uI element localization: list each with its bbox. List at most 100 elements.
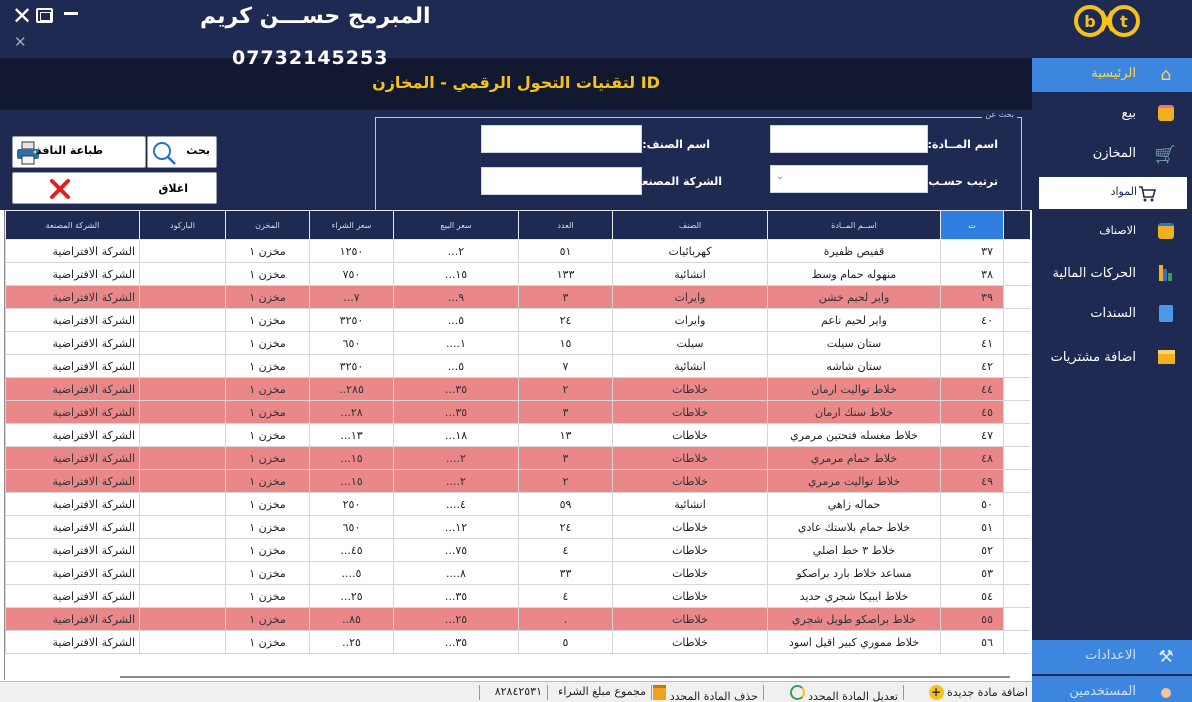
store-name: مخزن ١	[225, 538, 310, 562]
row-selector[interactable]	[1003, 630, 1030, 654]
manufacturer: الشركة الافتراضية	[5, 469, 140, 493]
row-selector[interactable]	[1003, 308, 1030, 332]
sidebar-item-finance[interactable]: الحركات المالية	[1032, 258, 1192, 292]
column-header-name[interactable]: اســم المــادة	[767, 210, 941, 240]
maximize-window-icon[interactable]	[36, 8, 53, 23]
table-row[interactable]: ٣٨ منهوله حمام وسط انشائية ١٣٣ ١٥... ٧٥٠ مخزن …	[5, 262, 1030, 286]
row-selector[interactable]	[1003, 285, 1030, 309]
table-row[interactable]: ٤٥ خلاط سنك ارمان خلاطات ٣ ٣٥... ٢٨... مخزن ١ ا…	[5, 400, 1030, 424]
row-selector[interactable]	[1003, 331, 1030, 355]
column-header-type[interactable]: الصنف	[612, 210, 768, 240]
item-name: خلاط مغسله فتحتين مرمري	[767, 423, 941, 447]
store-name: مخزن ١	[225, 515, 310, 539]
item-type: انشائية	[612, 262, 768, 286]
column-header-store[interactable]: المخزن	[225, 210, 310, 240]
buy-price: ٨٥..	[309, 607, 394, 631]
sidebar-item-users[interactable]: المستخدمين	[1032, 676, 1192, 702]
barcode	[139, 377, 226, 401]
item-name: خلاط حمام مرمري	[767, 446, 941, 470]
table-row[interactable]: ٥٣ مساعد خلاط بارد براصكو خلاطات ٣٣ ٨.... ٥..…	[5, 561, 1030, 585]
column-header-barcode[interactable]: الباركود	[139, 210, 226, 240]
table-row[interactable]: ٥٥ خلاط براصكو طويل شجري خلاطات. ٢٥... ٨٥.. م…	[5, 607, 1030, 631]
table-row[interactable]: ٣٧ قفيص ظفيرة كهربائيات ٥١ ٢... ١٢٥٠ مخزن ١ الش…	[5, 239, 1030, 263]
sidebar-item-categories[interactable]: الاصناف	[1032, 216, 1192, 250]
sort-by-label: ترتيب حسـب:	[924, 175, 998, 188]
row-selector[interactable]	[1003, 515, 1030, 539]
manufacturer: الشركة الافتراضية	[5, 584, 140, 608]
table-row[interactable]: ٥٠ حماله زاهي انشائية ٥٩ ٤.... ٢٥٠ مخزن ١ الشرك…	[5, 492, 1030, 516]
item-quantity: ٢٤	[518, 308, 613, 332]
row-selector[interactable]	[1003, 400, 1030, 424]
sidebar-item-add-purchases[interactable]: اضافة مشتريات	[1032, 342, 1192, 376]
item-name: ستان سيلت	[767, 331, 941, 355]
add-item-link[interactable]: اضافة مادة جديدة +	[928, 685, 1028, 700]
table-row[interactable]: ٤٢ ستان شاشه انشائية ٧ ٥... ٣٢٥٠ مخزن ١ الشركة …	[5, 354, 1030, 378]
sell-price: ١٥...	[393, 262, 519, 286]
column-header-manufacturer[interactable]: الشركة المصنعة	[5, 210, 140, 240]
horizontal-scrollbar[interactable]	[120, 676, 1010, 678]
item-name: قفيص ظفيرة	[767, 239, 941, 263]
plus-circle-icon: +	[928, 685, 944, 700]
chevron-down-icon[interactable]: ⌄	[776, 171, 784, 182]
table-row[interactable]: ٤٨ خلاط حمام مرمري خلاطات ٣ ٢.... ١٥... مخزن ١…	[5, 446, 1030, 470]
column-header-buy-price[interactable]: سعر الشراء	[309, 210, 394, 240]
table-row[interactable]: ٤٤ خلاط تواليت ارمان خلاطات ٢ ٣٥... ٢٨٥.. مخزن…	[5, 377, 1030, 401]
row-selector[interactable]	[1003, 239, 1030, 263]
row-selector[interactable]	[1003, 446, 1030, 470]
manufacturer-input[interactable]	[481, 167, 642, 195]
store-name: مخزن ١	[225, 400, 310, 424]
row-selector[interactable]	[1003, 492, 1030, 516]
buy-price: ١٢٥٠	[309, 239, 394, 263]
table-row[interactable]: ٥١ خلاط حمام بلاستك عادي خلاطات ٢٤ ١٢... ٦٥٠ م…	[5, 515, 1030, 539]
row-selector[interactable]	[1003, 377, 1030, 401]
row-selector[interactable]	[1003, 469, 1030, 493]
sidebar-item-settings[interactable]: ⚒ الاعدادات	[1032, 640, 1192, 674]
sort-by-dropdown[interactable]	[770, 165, 928, 193]
status-bar: اضافة مادة جديدة + تعديل المادة المحدد ح…	[0, 681, 1032, 702]
table-row[interactable]: ٤١ ستان سيلت سيلت ١٥ ١.... ٦٥٠ مخزن ١ الشركة ال…	[5, 331, 1030, 355]
buy-price: ٣٢٥٠	[309, 308, 394, 332]
column-header-quantity[interactable]: العدد	[518, 210, 613, 240]
sell-price: ٣٥...	[393, 400, 519, 424]
table-row[interactable]: ٥٤ خلاط ايبيكا شجري حديد خلاطات ٤ ٣٥... ٢٥...…	[5, 584, 1030, 608]
table-row[interactable]: ٥٦ خلاط مموري كبير اقيل اسود خلاطات ٥ ٣٥... ٢…	[5, 630, 1030, 654]
type-name-input[interactable]	[481, 125, 642, 153]
delete-item-link[interactable]: حذف المادة المحدد	[653, 685, 758, 702]
item-type: خلاطات	[612, 469, 768, 493]
close-window-icon[interactable]: ✕	[12, 4, 32, 28]
row-selector[interactable]	[1003, 561, 1030, 585]
search-button[interactable]: بحث	[147, 136, 217, 168]
row-selector[interactable]	[1003, 423, 1030, 447]
item-name-input[interactable]	[770, 125, 928, 153]
close-button[interactable]: اغلاق	[12, 172, 217, 204]
table-row[interactable]: ٥٢ خلاط ٣ خط اصلي خلاطات ٤ ٧٥... ٤٥... مخزن ١ ا…	[5, 538, 1030, 562]
buy-price: ٦٥٠	[309, 515, 394, 539]
sidebar-item-stores[interactable]: 🛒 المخازن	[1032, 138, 1192, 172]
column-header-index[interactable]: ت	[940, 210, 1004, 240]
close-small-icon[interactable]: ✕	[14, 35, 27, 50]
table-row[interactable]: ٤٧ خلاط مغسله فتحتين مرمري خلاطات ١٣ ١٨... ١٣…	[5, 423, 1030, 447]
minimize-window-icon[interactable]	[64, 12, 78, 15]
barcode	[139, 262, 226, 286]
sidebar: b t ⌂ الرئيسية بيع 🛒 المخازن المواد الاص…	[1032, 0, 1192, 702]
sidebar-item-home[interactable]: ⌂ الرئيسية	[1032, 58, 1192, 92]
row-index: ٣٩	[940, 285, 1004, 309]
row-index: ٣٧	[940, 239, 1004, 263]
table-row[interactable]: ٤٠ واير لحيم ناعم وايرات ٢٤ ٥... ٣٢٥٠ مخزن ١ ال…	[5, 308, 1030, 332]
sidebar-item-sell[interactable]: بيع	[1032, 98, 1192, 132]
row-selector[interactable]	[1003, 584, 1030, 608]
print-button[interactable]: طباعة النافذ	[12, 136, 146, 168]
row-selector[interactable]	[1003, 262, 1030, 286]
materials-table[interactable]: ت اســم المــادة الصنف العدد سعر البيع س…	[4, 210, 1030, 680]
sidebar-item-label: الحركات المالية	[1052, 266, 1136, 281]
item-quantity: ٣	[518, 400, 613, 424]
row-selector[interactable]	[1003, 538, 1030, 562]
table-row[interactable]: ٤٩ خلاط تواليت مرمري خلاطات ٢ ٢.... ١٥... مخزن…	[5, 469, 1030, 493]
row-selector[interactable]	[1003, 354, 1030, 378]
row-selector[interactable]	[1003, 607, 1030, 631]
table-row[interactable]: ٣٩ واير لحيم خشن وايرات ٣ ٩... ٧... مخزن ١ الشر…	[5, 285, 1030, 309]
edit-item-link[interactable]: تعديل المادة المحدد	[789, 685, 898, 702]
sidebar-item-materials[interactable]: المواد	[1038, 176, 1188, 210]
sidebar-item-vouchers[interactable]: السندات	[1032, 298, 1192, 332]
column-header-sell-price[interactable]: سعر البيع	[393, 210, 519, 240]
